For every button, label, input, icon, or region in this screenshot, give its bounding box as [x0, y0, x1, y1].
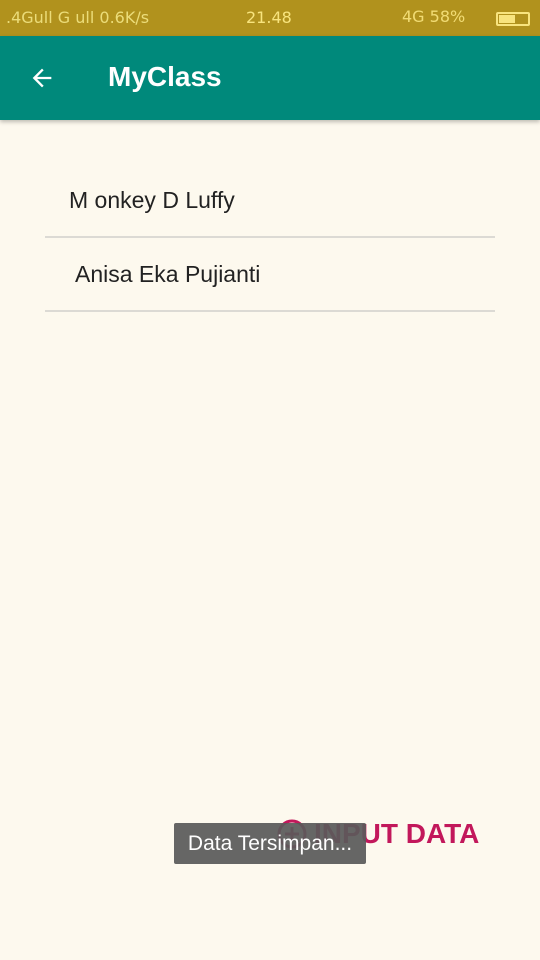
page-title: MyClass	[108, 61, 222, 92]
status-bar: .4Gull G ull 0.6K/s 21.48 4G 58%	[0, 0, 540, 36]
back-button[interactable]	[22, 58, 62, 98]
battery-icon	[496, 12, 530, 26]
list-item[interactable]: Anisa Eka Pujianti	[45, 238, 495, 312]
status-right-info: 4G 58%	[402, 7, 466, 26]
toast-message: Data Tersimpan...	[174, 823, 366, 864]
status-time: 21.48	[246, 8, 292, 27]
arrow-back-icon	[32, 68, 52, 88]
list-item[interactable]: M onkey D Luffy	[45, 165, 495, 238]
battery-fill	[499, 15, 516, 23]
status-left-info: .4Gull G ull 0.6K/s	[6, 8, 150, 27]
student-list: M onkey D Luffy Anisa Eka Pujianti	[45, 165, 495, 312]
app-bar: MyClass	[0, 36, 540, 120]
